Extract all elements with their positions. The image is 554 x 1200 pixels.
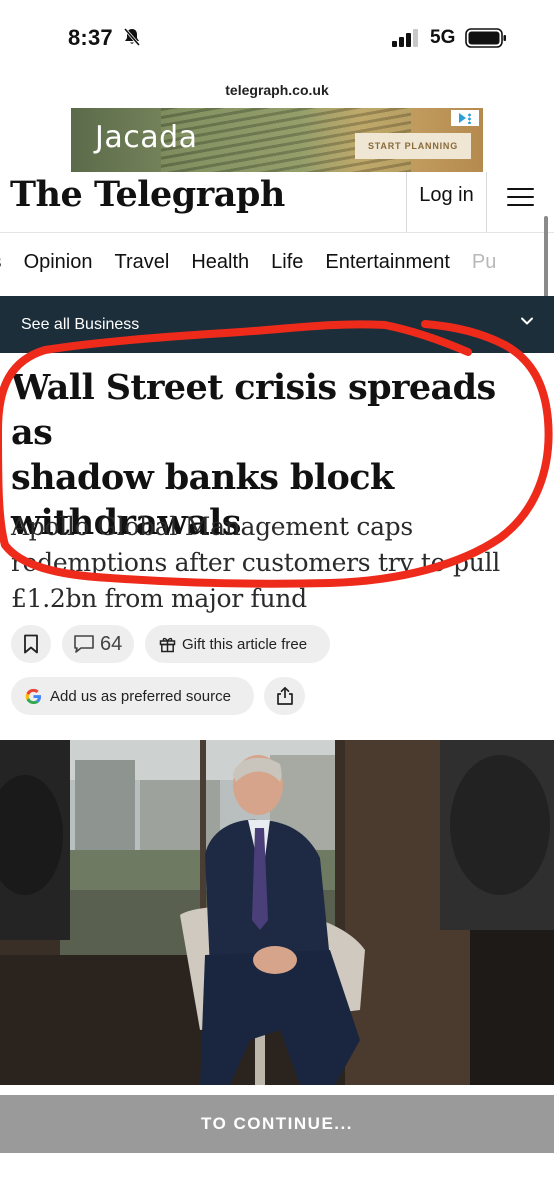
gift-article-button[interactable]: Gift this article free xyxy=(145,625,330,663)
nav-item-puzzles[interactable]: Pu xyxy=(472,251,496,274)
see-all-business-bar[interactable]: See all Business xyxy=(0,296,554,353)
preferred-source-label: Add us as preferred source xyxy=(50,687,231,705)
google-icon xyxy=(25,688,42,704)
standfirst-line: redemptions after customers try to pull xyxy=(11,548,500,577)
signal-icon xyxy=(392,29,418,47)
standfirst-line: £1.2bn from major fund xyxy=(11,584,307,613)
section-nav[interactable]: ts Opinion Travel Health Life Entertainm… xyxy=(0,233,554,293)
url-bar[interactable]: telegraph.co.uk xyxy=(0,82,554,98)
headline-line: Wall Street crisis spreads as xyxy=(11,367,496,453)
nav-item-travel[interactable]: Travel xyxy=(115,251,170,274)
continue-banner[interactable]: TO CONTINUE... xyxy=(0,1095,554,1153)
ad-banner[interactable]: Jacada START PLANNING xyxy=(71,108,483,172)
login-button[interactable]: Log in xyxy=(407,172,486,218)
nav-item-life[interactable]: Life xyxy=(271,251,303,274)
ad-brand: Jacada xyxy=(95,120,198,155)
chevron-down-icon xyxy=(521,317,533,325)
preferred-source-button[interactable]: Add us as preferred source xyxy=(11,677,254,715)
nav-item-sports[interactable]: ts xyxy=(0,251,2,274)
site-header: The Telegraph Log in xyxy=(0,172,554,232)
battery-icon xyxy=(465,28,506,48)
status-time: 8:37 xyxy=(68,25,113,50)
network-label: 5G xyxy=(430,27,456,48)
nav-item-entertainment[interactable]: Entertainment xyxy=(325,251,450,274)
hero-photo xyxy=(0,740,554,1085)
nav-item-health[interactable]: Health xyxy=(191,251,249,274)
comment-count: 64 xyxy=(100,632,123,655)
menu-icon xyxy=(506,187,534,207)
comment-icon xyxy=(74,635,94,653)
nav-item-opinion[interactable]: Opinion xyxy=(24,251,93,274)
headline-line: shadow banks block xyxy=(11,457,394,498)
article-hero-image xyxy=(0,740,554,1085)
site-logo[interactable]: The Telegraph xyxy=(10,174,285,215)
article-standfirst: Apollo Global Management caps redemption… xyxy=(11,509,551,617)
gift-icon xyxy=(159,637,176,652)
ad-cta-button[interactable]: START PLANNING xyxy=(355,133,471,159)
header-divider xyxy=(486,172,487,232)
bookmark-icon xyxy=(24,634,38,654)
comments-button[interactable]: 64 xyxy=(62,625,134,663)
menu-button[interactable] xyxy=(490,172,550,222)
bookmark-button[interactable] xyxy=(11,625,51,663)
ad-choices-icon[interactable] xyxy=(451,110,479,126)
see-all-label: See all Business xyxy=(21,316,140,333)
share-button[interactable] xyxy=(264,677,305,715)
status-bar: 8:37 5G xyxy=(0,0,554,78)
gift-label: Gift this article free xyxy=(182,635,308,653)
bell-slash-icon xyxy=(123,28,141,46)
standfirst-line: Apollo Global Management caps xyxy=(11,512,413,541)
share-icon xyxy=(276,686,293,705)
